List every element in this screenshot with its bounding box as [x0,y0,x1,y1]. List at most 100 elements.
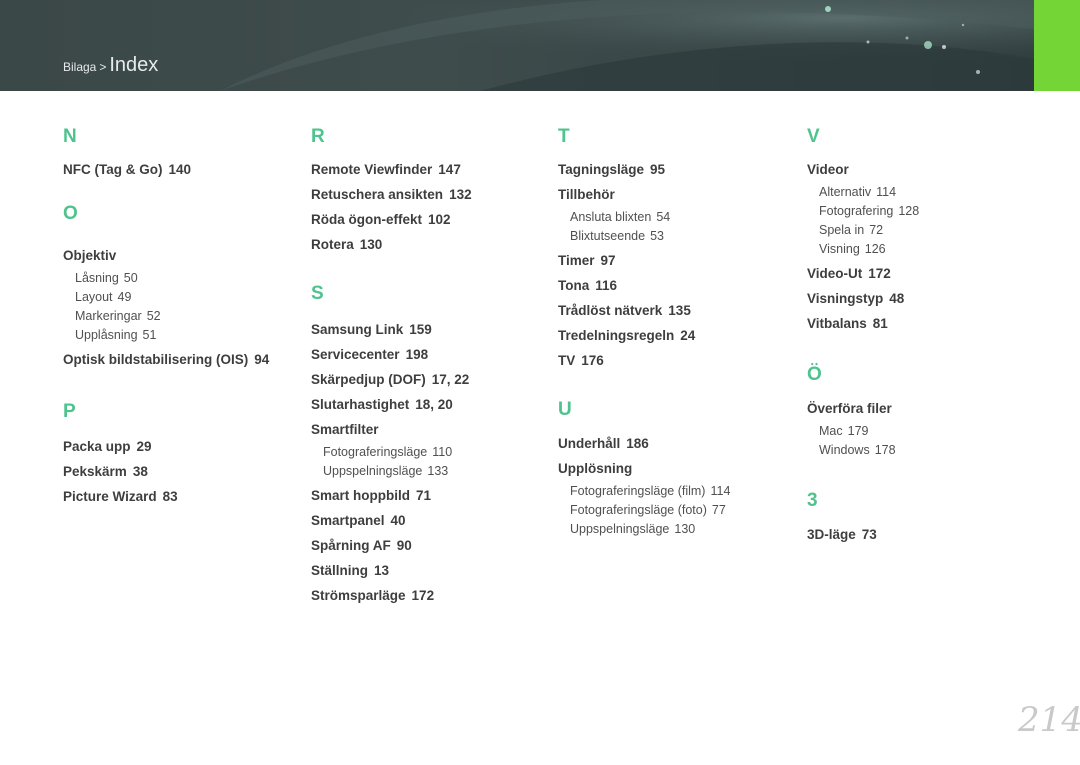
sub-entry[interactable]: Windows 178 [807,441,1047,460]
sub-entry[interactable]: Upplåsning 51 [63,326,303,345]
entry-page: 81 [872,316,888,331]
section-letter: S [311,283,324,304]
index-entry[interactable]: Tona 116 [558,277,798,294]
sub-entry-page: 110 [432,445,453,459]
sub-entry-page: 178 [874,443,896,457]
index-entry[interactable]: Retuschera ansikten 132 [311,186,551,203]
breadcrumb-parent[interactable]: Bilaga [63,60,96,74]
entry-page: 48 [889,291,905,306]
chapter-tab[interactable] [1034,0,1080,91]
index-entry[interactable]: Skärpedjup (DOF) 17, 22 [311,371,551,388]
sub-entry[interactable]: Blixtutseende 53 [558,227,798,246]
index-entry[interactable]: Pekskärm 38 [63,463,303,480]
sub-entry-text: Uppspelningsläge [570,522,670,536]
sub-entry-text: Alternativ [819,185,872,199]
sub-entry-page: 128 [898,204,920,218]
sub-entry[interactable]: Layout 49 [63,288,303,307]
sub-entry[interactable]: Mac 179 [807,422,1047,441]
index-entry[interactable]: Underhåll 186 [558,435,798,452]
entry-page: 38 [132,464,148,479]
index-entry[interactable]: Tillbehör [558,186,798,203]
sub-entry-text: Blixtutseende [570,229,646,243]
entry-page: 73 [861,527,877,542]
index-entry[interactable]: Trådlöst nätverk 135 [558,302,798,319]
index-entry[interactable]: Upplösning [558,460,798,477]
sub-entry[interactable]: Alternativ 114 [807,183,1047,202]
index-entry[interactable]: Timer 97 [558,252,798,269]
entry-text: Optisk bildstabilisering (OIS) [63,352,249,367]
sub-entry-page: 179 [847,424,869,438]
section-letter: V [807,126,820,147]
sub-entry[interactable]: Ansluta blixten 54 [558,208,798,227]
index-entry[interactable]: Röda ögon-effekt 102 [311,211,551,228]
sub-entry-page: 114 [710,484,731,498]
entry-page: 71 [416,488,432,503]
entry-page: 83 [162,489,178,504]
sub-entry[interactable]: Spela in 72 [807,221,1047,240]
index-entry[interactable]: 3D-läge 73 [807,526,1047,543]
entry-page: 17, 22 [431,372,470,387]
entry-text: Smartpanel [311,513,385,528]
sub-entry[interactable]: Låsning 50 [63,269,303,288]
index-entry[interactable]: Strömsparläge 172 [311,587,551,604]
index-entry[interactable]: Servicecenter 198 [311,346,551,363]
entry-page: 116 [595,278,618,293]
sub-entry-list: Fotograferingsläge (film) 114 Fotograferi… [558,482,798,539]
entry-text: Smartfilter [311,422,379,437]
sub-entry-list: Ansluta blixten 54 Blixtutseende 53 [558,208,798,246]
index-entry[interactable]: Spårning AF 90 [311,537,551,554]
index-entry[interactable]: Samsung Link 159 [311,321,551,338]
index-entry[interactable]: Visningstyp 48 [807,290,1047,307]
entry-text: Visningstyp [807,291,884,306]
sub-entry[interactable]: Uppspelningsläge 130 [558,520,798,539]
entry-text: Smart hoppbild [311,488,410,503]
index-entry[interactable]: Smart hoppbild 71 [311,487,551,504]
index-section-t: T Tagningsläge 95 Tillbehör Ansluta blixt… [558,126,798,369]
entry-text: Retuschera ansikten [311,187,444,202]
index-column-4: V Videor Alternativ 114 Fotografering 128 … [807,126,1047,551]
header-decoration [0,0,1080,91]
index-entry[interactable]: Packa upp 29 [63,438,303,455]
entry-page: 102 [428,212,451,227]
sub-entry-text: Upplåsning [75,328,138,342]
index-entry[interactable]: Smartfilter [311,421,551,438]
index-entry[interactable]: Vitbalans 81 [807,315,1047,332]
index-entry[interactable]: Remote Viewfinder 147 [311,161,551,178]
index-entry[interactable]: Smartpanel 40 [311,512,551,529]
sub-entry-page: 126 [864,242,886,256]
entry-text: Packa upp [63,439,131,454]
index-entry[interactable]: NFC (Tag & Go) 140 [63,161,303,178]
sub-entry[interactable]: Uppspelningsläge 133 [311,462,551,481]
sub-entry[interactable]: Fotograferingsläge 110 [311,443,551,462]
sub-entry[interactable]: Visning 126 [807,240,1047,259]
entry-page: 90 [396,538,412,553]
sub-entry[interactable]: Fotograferingsläge (foto) 77 [558,501,798,520]
index-entry[interactable]: Optisk bildstabilisering (OIS) 94 [63,351,303,368]
breadcrumb: Bilaga > Index [63,54,158,77]
index-section-s: S Samsung Link 159 Servicecenter 198 Skärp… [311,283,551,604]
entry-text: Samsung Link [311,322,404,337]
index-entry[interactable]: Videor [807,161,1047,178]
sub-entry[interactable]: Markeringar 52 [63,307,303,326]
index-entry[interactable]: Överföra filer [807,400,1047,417]
breadcrumb-separator: > [99,60,107,74]
sub-entry[interactable]: Fotograferingsläge (film) 114 [558,482,798,501]
index-entry[interactable]: Rotera 130 [311,236,551,253]
index-entry[interactable]: Tagningsläge 95 [558,161,798,178]
index-entry[interactable]: TV 176 [558,352,798,369]
index-entry[interactable]: Ställning 13 [311,562,551,579]
page-number: 214 [1018,700,1080,740]
index-section-u: U Underhåll 186 Upplösning Fotograferings… [558,399,798,539]
sub-entry-page: 51 [142,328,157,342]
index-entry[interactable]: Objektiv [63,247,303,264]
index-entry[interactable]: Picture Wizard 83 [63,488,303,505]
sub-entry[interactable]: Fotografering 128 [807,202,1047,221]
index-entry[interactable]: Video-Ut 172 [807,265,1047,282]
entry-text: Tillbehör [558,187,615,202]
entry-text: Underhåll [558,436,621,451]
sub-entry-page: 130 [674,522,696,536]
index-entry[interactable]: Tredelningsregeln 24 [558,327,798,344]
index-section-3: 3 3D-läge 73 [807,490,1047,543]
index-entry[interactable]: Slutarhastighet 18, 20 [311,396,551,413]
entry-page: 29 [136,439,152,454]
